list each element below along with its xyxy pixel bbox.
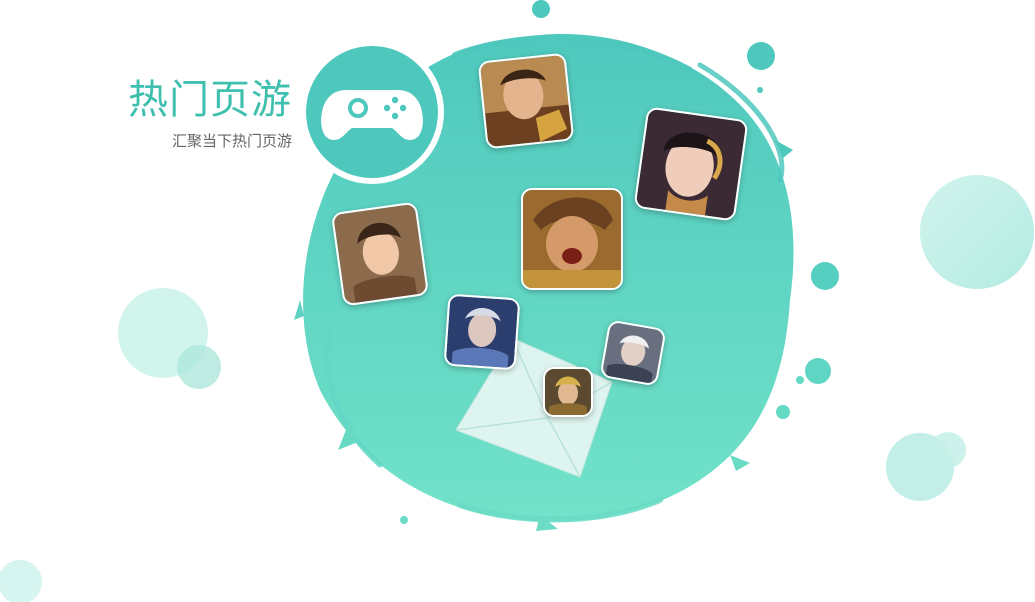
gamepad-badge — [300, 40, 444, 184]
game-promo-banner: 热门页游 汇聚当下热门页游 — [0, 0, 1035, 602]
page-title: 热门页游 — [128, 77, 292, 123]
page-subtitle: 汇聚当下热门页游 — [171, 132, 292, 150]
section-heading: 热门页游 汇聚当下热门页游 — [128, 74, 292, 152]
game-tile-blue-armored-knight[interactable] — [443, 293, 521, 371]
game-tile-golden-helm-warrior[interactable] — [543, 367, 593, 417]
game-tile-silver-haired-knight[interactable] — [599, 319, 667, 387]
game-tile-warrior-golden-armor[interactable] — [477, 52, 575, 150]
game-tile-roaring-warrior[interactable] — [521, 188, 623, 290]
game-tile-sorceress-gold-tiara[interactable] — [633, 106, 749, 222]
game-tile-lady-warrior[interactable] — [330, 201, 430, 307]
